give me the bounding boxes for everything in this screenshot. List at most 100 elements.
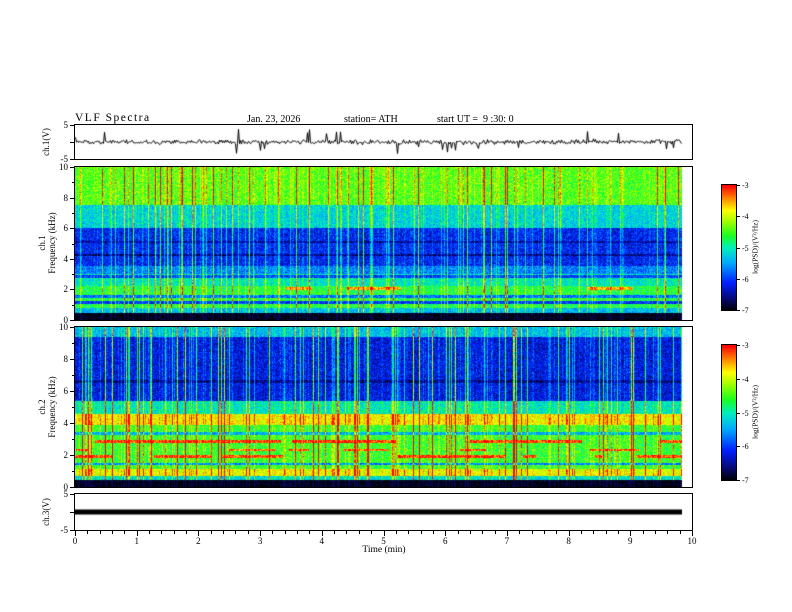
tick-mark <box>72 439 75 440</box>
tick-mark <box>70 159 75 160</box>
ch1-frequency-axis-label: ch.1 Frequency (kHz) <box>37 212 57 273</box>
tick-mark <box>432 531 434 534</box>
tick-mark <box>70 487 75 488</box>
tick-mark <box>72 343 75 344</box>
ch1-channel-label: ch.1 <box>37 235 47 251</box>
colorbar-tick-label: -4 <box>742 374 749 384</box>
tick-mark <box>72 212 75 214</box>
tick-mark <box>736 480 740 481</box>
tick-mark <box>223 531 225 534</box>
tick-mark <box>272 531 274 534</box>
tick-mark <box>70 289 75 291</box>
ch2-spectrogram-panel <box>74 326 693 488</box>
colorbar-tick-label: -5 <box>742 243 749 253</box>
y-tick-label: 2 <box>63 284 69 295</box>
tick-mark <box>70 142 75 143</box>
ch1-colorbar <box>721 184 737 311</box>
x-tick-label: 5 <box>381 536 386 546</box>
y-tick-label: 10 <box>59 322 68 332</box>
y-tick-label: 5 <box>63 120 69 130</box>
colorbar-tick-label: -6 <box>742 274 749 284</box>
y-tick-label: 2 <box>63 450 69 460</box>
tick-mark <box>72 243 75 245</box>
ch2-colorbar <box>721 344 737 481</box>
tick-mark <box>494 531 496 534</box>
tick-mark <box>654 531 656 534</box>
tick-mark <box>531 531 533 534</box>
ch1-frequency-axis-text: Frequency (kHz) <box>47 212 57 274</box>
tick-mark <box>235 531 237 534</box>
tick-mark <box>346 531 348 534</box>
y-tick-label: 8 <box>63 192 69 203</box>
tick-mark <box>593 531 595 534</box>
y-tick-label: 8 <box>63 354 69 364</box>
ch3-voltage-axis-label: ch.3(V) <box>41 498 51 526</box>
tick-mark <box>284 531 286 534</box>
tick-mark <box>70 455 75 456</box>
ch1-voltage-axis-label: ch.1(V) <box>41 128 51 156</box>
vlf-spectra-figure: VLF Spectra Jan. 23, 2026 station= ATH s… <box>0 0 792 612</box>
tick-mark <box>519 531 521 534</box>
tick-mark <box>70 423 75 424</box>
tick-mark <box>736 446 740 448</box>
tick-mark <box>72 375 75 376</box>
y-tick-label: -5 <box>60 154 69 164</box>
figure-title: VLF Spectra <box>75 112 151 124</box>
colorbar-tick-label: -5 <box>742 408 749 418</box>
tick-mark <box>605 531 607 534</box>
tick-mark <box>679 531 681 534</box>
x-tick-label: 8 <box>566 536 571 546</box>
tick-mark <box>87 531 89 534</box>
tick-mark <box>124 531 126 534</box>
tick-mark <box>72 304 75 306</box>
tick-mark <box>161 531 163 534</box>
tick-mark <box>736 378 740 380</box>
colorbar-tick-label: -7 <box>742 306 749 315</box>
tick-mark <box>112 531 114 534</box>
x-tick-label: 10 <box>687 536 697 546</box>
tick-mark <box>70 512 75 513</box>
tick-mark <box>247 531 249 534</box>
x-tick-label: 4 <box>319 536 325 546</box>
tick-mark <box>70 494 75 495</box>
colorbar-tick-label: -3 <box>742 181 749 190</box>
tick-mark <box>70 125 75 126</box>
tick-mark <box>70 228 75 230</box>
tick-mark <box>70 197 75 199</box>
y-tick-label: 5 <box>63 489 69 499</box>
y-tick-label: 4 <box>63 418 69 428</box>
tick-mark <box>309 531 311 534</box>
tick-mark <box>736 310 740 311</box>
time-axis-label: Time (min) <box>362 545 406 555</box>
tick-mark <box>408 531 410 534</box>
tick-mark <box>72 182 75 184</box>
tick-mark <box>186 531 188 534</box>
colorbar-tick-label: -4 <box>742 212 749 222</box>
x-tick-label: 6 <box>442 536 448 546</box>
tick-mark <box>667 531 669 534</box>
tick-mark <box>334 531 336 534</box>
tick-mark <box>70 167 75 168</box>
y-tick-label: 6 <box>63 223 69 234</box>
x-tick-label: 0 <box>72 536 78 546</box>
tick-mark <box>70 327 75 328</box>
x-tick-label: 9 <box>628 536 633 546</box>
colorbar-tick-label: -7 <box>742 476 749 485</box>
tick-mark <box>297 531 299 534</box>
tick-mark <box>642 531 644 534</box>
tick-mark <box>395 531 397 534</box>
tick-mark <box>736 216 740 218</box>
colorbar-tick-label: -6 <box>742 442 749 452</box>
tick-mark <box>173 531 175 534</box>
tick-mark <box>736 412 740 414</box>
tick-mark <box>457 531 459 534</box>
y-tick-label: 6 <box>63 386 69 396</box>
tick-mark <box>70 391 75 392</box>
x-tick-label: 3 <box>257 536 263 546</box>
tick-mark <box>469 531 471 534</box>
tick-mark <box>210 531 212 534</box>
tick-mark <box>736 345 740 346</box>
tick-mark <box>70 530 75 531</box>
tick-mark <box>736 185 740 186</box>
tick-mark <box>371 531 373 534</box>
